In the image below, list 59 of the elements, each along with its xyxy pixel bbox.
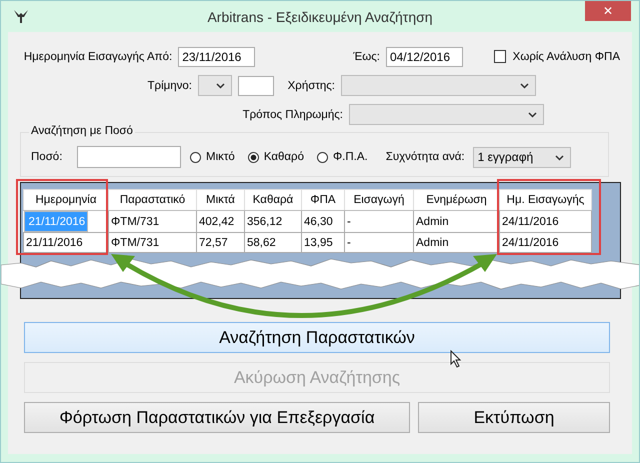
date-field[interactable]: 04/12/2016 [386,46,463,66]
amount-field[interactable] [77,146,181,168]
column-header[interactable]: Ημερομηνία [24,190,108,210]
table-cell: Admin [414,232,500,252]
field-label: Έως: [352,50,381,62]
table-cell: Admin [414,210,500,232]
column-header[interactable]: Παραστατικό [108,190,196,210]
field-label: Χρήστης: [286,80,336,92]
table-cell: ΦΤΜ/731 [108,232,196,252]
table-cell: 24/11/2016 [500,210,592,232]
column-header[interactable]: Καθαρά [244,190,302,210]
radio-button[interactable] [248,152,259,162]
field-label: Τρίμηνο: [146,80,193,92]
table-cell: ΦΤΜ/731 [108,210,196,232]
year-field[interactable] [238,76,274,96]
date-field[interactable]: 23/11/2016 [178,46,256,66]
quarter-dropdown[interactable] [198,75,232,96]
caret-icon [554,154,564,160]
cursor-icon [450,350,462,368]
column-header[interactable]: ΦΠΑ [302,190,344,210]
radio-label: Καθαρό [264,151,304,163]
checkbox-label: Χωρίς Ανάλυση ΦΠΑ [512,50,620,62]
window-title: Arbitrans - Εξειδικευμένη Αναζήτηση [207,8,433,24]
column-header[interactable]: Ημ. Εισαγωγής [500,190,592,210]
payment-dropdown[interactable] [349,104,544,125]
table-cell: 402,42 [196,210,244,232]
radio-button[interactable] [317,152,328,162]
action-button[interactable]: Εκτύπωση [418,402,610,433]
radio-label: Μικτό [206,151,235,163]
table-cell: 24/11/2016 [500,232,592,252]
caret-icon [528,112,537,118]
checkbox[interactable] [494,50,506,63]
caret-icon [216,83,225,89]
close-button[interactable]: ✕ [585,1,631,21]
table-cell: 58,62 [244,232,302,252]
table-cell: - [344,210,414,232]
table-cell: 21/11/2016 [24,232,108,252]
table-cell: 13,95 [302,232,344,252]
bird-icon [13,8,29,24]
field-label: Ποσό: [31,151,64,163]
table-cell: 21/11/2016 [24,211,88,232]
frequency-dropdown[interactable]: 1 εγγραφή [472,146,571,168]
field-label: Συχνότητα ανά: [386,151,465,163]
radio-button[interactable] [190,152,201,162]
column-header[interactable]: Μικτά [196,190,244,210]
table-cell: - [344,232,414,252]
table-cell: 72,57 [196,232,244,252]
field-label: Ημερομηνία Εισαγωγής Από: [22,50,174,62]
user-dropdown[interactable] [341,75,536,96]
caret-icon [520,83,529,89]
radio-label: Φ.Π.Α. [333,151,368,163]
action-button[interactable]: Αναζήτηση Παραστατικών [24,322,610,353]
column-header[interactable]: Ενημέρωση [414,190,500,210]
table-cell: 356,12 [244,210,302,232]
column-header[interactable]: Εισαγωγή [344,190,414,210]
field-label: Τρόπος Πληρωμής: [242,108,344,120]
table-cell: 46,30 [302,210,344,232]
group-title: Αναζήτηση με Ποσό [29,125,135,137]
action-button[interactable]: Φόρτωση Παραστατικών για Επεξεργασία [24,402,410,433]
